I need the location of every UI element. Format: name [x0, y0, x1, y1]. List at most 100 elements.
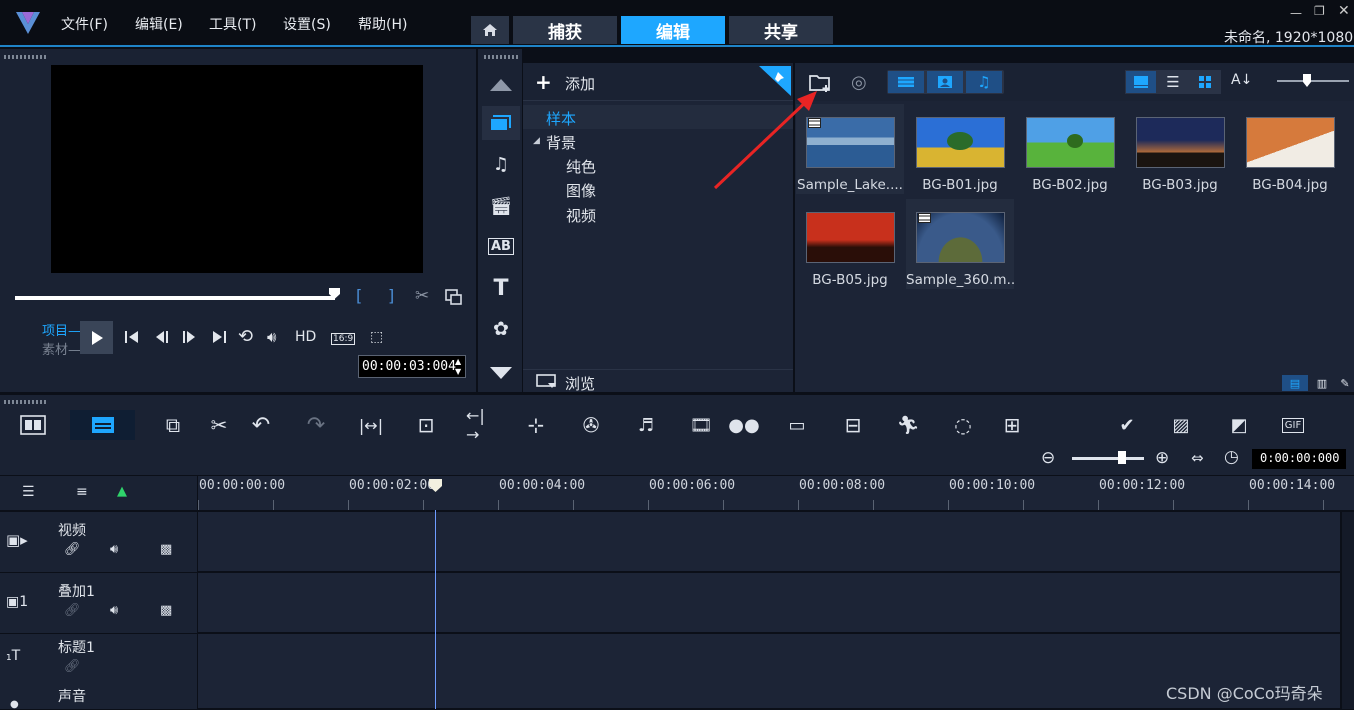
- track-grid-icon[interactable]: ▩: [160, 603, 172, 618]
- mask-button[interactable]: ●●: [728, 410, 759, 440]
- zoom-slider[interactable]: [1072, 457, 1144, 460]
- tree-item-background[interactable]: 背景: [546, 132, 576, 153]
- tree-item-video[interactable]: 视频: [566, 205, 596, 226]
- track-area-overlay[interactable]: [198, 573, 1340, 633]
- restore-icon[interactable]: ❐: [1314, 4, 1325, 18]
- thumbnail-item[interactable]: BG-B04.jpg: [1236, 104, 1344, 194]
- tab-edit[interactable]: 编辑: [621, 16, 725, 44]
- split-button[interactable]: ←|→: [466, 406, 496, 444]
- size-slider-handle-icon[interactable]: [1303, 74, 1311, 87]
- menu-tools[interactable]: 工具(T): [209, 14, 256, 34]
- instant-project-button[interactable]: ♫: [482, 147, 520, 181]
- link-icon[interactable]: 🔗︎: [64, 603, 81, 618]
- scrubber-handle-icon[interactable]: [328, 287, 341, 300]
- redo-button[interactable]: ↷: [301, 410, 331, 440]
- fit-button[interactable]: |↔|: [356, 410, 386, 440]
- scissors-icon[interactable]: ✂: [415, 286, 429, 306]
- thumbnail-item[interactable]: BG-B01.jpg: [906, 104, 1014, 194]
- tab-capture[interactable]: 捕获: [513, 16, 617, 44]
- menu-file[interactable]: 文件(F): [61, 14, 108, 34]
- zoom-timecode[interactable]: 0:00:00:000: [1252, 449, 1346, 469]
- copy-button[interactable]: ⧉: [158, 410, 188, 440]
- menu-help[interactable]: 帮助(H): [358, 14, 407, 34]
- track-manager-icon[interactable]: ☰: [22, 484, 35, 500]
- home-tab[interactable]: [471, 16, 509, 44]
- graphics-button[interactable]: ✿: [482, 312, 520, 346]
- subtitle-button[interactable]: ▭: [782, 410, 812, 440]
- skip-start-icon[interactable]: [124, 330, 140, 344]
- split-screen-button[interactable]: ⊟: [838, 410, 868, 440]
- crop-icon[interactable]: ⬚: [370, 329, 383, 345]
- timecode-display[interactable]: 00:00:03:004 ▲ ▼: [358, 355, 466, 378]
- add-track-icon[interactable]: ≡: [76, 484, 88, 500]
- title-button[interactable]: T: [482, 271, 520, 305]
- resize-button[interactable]: ⊹: [521, 410, 551, 440]
- timecode-down-icon[interactable]: ▼: [455, 367, 461, 376]
- fit-timeline-icon[interactable]: ⇔: [1191, 449, 1204, 467]
- next-frame-icon[interactable]: [181, 330, 197, 344]
- timeline-scrollbar[interactable]: [1342, 512, 1354, 709]
- link-icon[interactable]: 🔗︎: [64, 542, 81, 557]
- playhead-handle-icon[interactable]: [429, 479, 442, 493]
- filter-video-button[interactable]: [888, 71, 924, 93]
- record-button[interactable]: ✇: [576, 410, 606, 440]
- edit-panel-button[interactable]: ✎: [1336, 375, 1354, 391]
- zoom-slider-handle[interactable]: [1118, 451, 1126, 464]
- zoom-out-icon[interactable]: ⊖: [1041, 448, 1055, 468]
- menu-settings[interactable]: 设置(S): [283, 14, 331, 34]
- filter-audio-button[interactable]: ♫: [966, 71, 1002, 93]
- filter-photo-button[interactable]: [927, 71, 963, 93]
- thumbnail-view-button[interactable]: [1126, 71, 1156, 93]
- effects-button[interactable]: ◩: [1224, 410, 1254, 440]
- volume-icon[interactable]: 🔊︎: [267, 328, 276, 346]
- clip-mode-label[interactable]: 素材—: [42, 339, 81, 358]
- enlarge-preview-icon[interactable]: [445, 289, 462, 305]
- mark-out-icon[interactable]: ]: [388, 286, 394, 305]
- storyboard-view-button[interactable]: [18, 410, 48, 440]
- thumbnail-size-slider[interactable]: [1277, 80, 1349, 82]
- track-area-video[interactable]: [198, 512, 1340, 572]
- timecode-up-icon[interactable]: ▲: [455, 357, 461, 366]
- scroll-down-icon[interactable]: [489, 366, 513, 380]
- thumbnail-item[interactable]: BG-B03.jpg: [1126, 104, 1234, 194]
- zoom-track-button[interactable]: ⊞: [997, 410, 1027, 440]
- show-options-button[interactable]: ▥: [1310, 375, 1334, 391]
- capture-lens-icon[interactable]: ◎: [851, 72, 867, 93]
- sort-icon[interactable]: A↓: [1231, 72, 1252, 88]
- thumbnail-item[interactable]: BG-B05.jpg: [796, 199, 904, 289]
- play-button[interactable]: [80, 321, 113, 354]
- mark-in-icon[interactable]: [: [356, 286, 362, 305]
- repeat-icon[interactable]: ⟲: [238, 326, 253, 347]
- check-edit-button[interactable]: ✔: [1112, 410, 1142, 440]
- audio-wave-button[interactable]: ♬: [631, 410, 661, 440]
- scroll-up-icon[interactable]: [489, 78, 513, 92]
- aspect-ratio-button[interactable]: 16:9: [331, 333, 356, 345]
- tab-share[interactable]: 共享: [729, 16, 833, 44]
- track-volume-icon[interactable]: 🔊︎: [110, 603, 118, 618]
- ripple-edit-icon[interactable]: ▲: [117, 484, 127, 499]
- scrubber-bar[interactable]: [15, 296, 335, 300]
- undo-button[interactable]: ↶: [246, 410, 276, 440]
- menu-edit[interactable]: 编辑(E): [135, 14, 183, 34]
- gif-button[interactable]: GIF: [1278, 410, 1308, 440]
- thumbnail-item[interactable]: BG-B02.jpg: [1016, 104, 1124, 194]
- tools-button[interactable]: ✂: [204, 410, 234, 440]
- multicam-button[interactable]: 🎞︎: [686, 410, 716, 440]
- frame-button[interactable]: ▨: [1166, 410, 1196, 440]
- grid-view-button[interactable]: [1190, 71, 1220, 93]
- hd-toggle[interactable]: HD: [295, 329, 316, 345]
- browse-row[interactable]: 浏览: [523, 369, 793, 393]
- path-button[interactable]: ◌: [948, 410, 978, 440]
- tree-item-image[interactable]: 图像: [566, 180, 596, 201]
- skip-end-icon[interactable]: [211, 330, 227, 344]
- list-view-button[interactable]: ☰: [1158, 71, 1188, 93]
- show-library-button[interactable]: ▤: [1282, 375, 1308, 391]
- title-effect-button[interactable]: AB: [482, 229, 520, 263]
- track-grid-icon[interactable]: ▩: [160, 542, 172, 557]
- thumbnail-item[interactable]: Sample_360.m...: [906, 199, 1014, 289]
- media-library-button[interactable]: [482, 106, 520, 140]
- zoom-in-icon[interactable]: ⊕: [1155, 448, 1169, 468]
- expand-triangle-icon[interactable]: ◢: [533, 136, 540, 146]
- tree-item-solid[interactable]: 纯色: [566, 156, 596, 177]
- prev-frame-icon[interactable]: [154, 330, 170, 344]
